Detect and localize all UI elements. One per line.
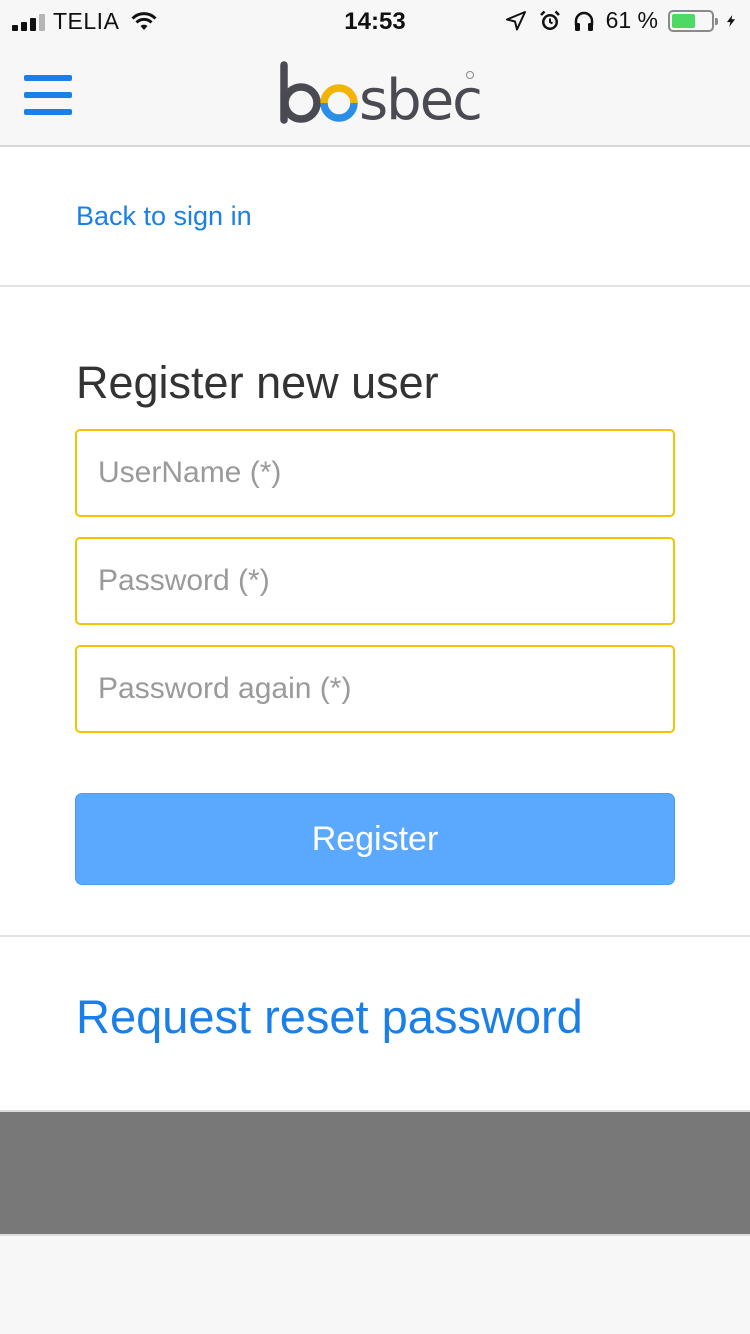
main-content: Back to sign in Register new user Regist… (0, 147, 750, 1110)
register-title: Register new user (76, 357, 439, 408)
password-again-input[interactable] (75, 645, 675, 733)
svg-text:sbec: sbec (359, 68, 481, 131)
reset-section: Request reset password (0, 937, 750, 1110)
bottom-area (0, 1234, 750, 1334)
status-bar: TELIA 14:53 61 % (0, 0, 750, 44)
back-to-sign-in-link[interactable]: Back to sign in (76, 201, 252, 232)
register-button[interactable]: Register (75, 793, 675, 885)
footer-band (0, 1110, 750, 1234)
battery-percent: 61 % (605, 7, 658, 33)
location-icon (505, 10, 526, 30)
app-header: sbec (0, 44, 750, 147)
request-reset-password-link[interactable]: Request reset password (76, 989, 583, 1044)
headphones-icon (574, 11, 593, 31)
battery-fill (672, 13, 696, 28)
register-section: Register new user Register (0, 287, 750, 937)
alarm-icon (539, 10, 560, 30)
charging-icon (726, 14, 736, 27)
hamburger-menu-icon[interactable] (24, 75, 72, 115)
password-input[interactable] (75, 537, 675, 625)
status-bar-right: 61 % (504, 7, 738, 34)
battery-icon (668, 9, 718, 32)
username-input[interactable] (75, 429, 675, 517)
back-section: Back to sign in (0, 147, 750, 287)
bosbec-logo: sbec (280, 61, 483, 131)
